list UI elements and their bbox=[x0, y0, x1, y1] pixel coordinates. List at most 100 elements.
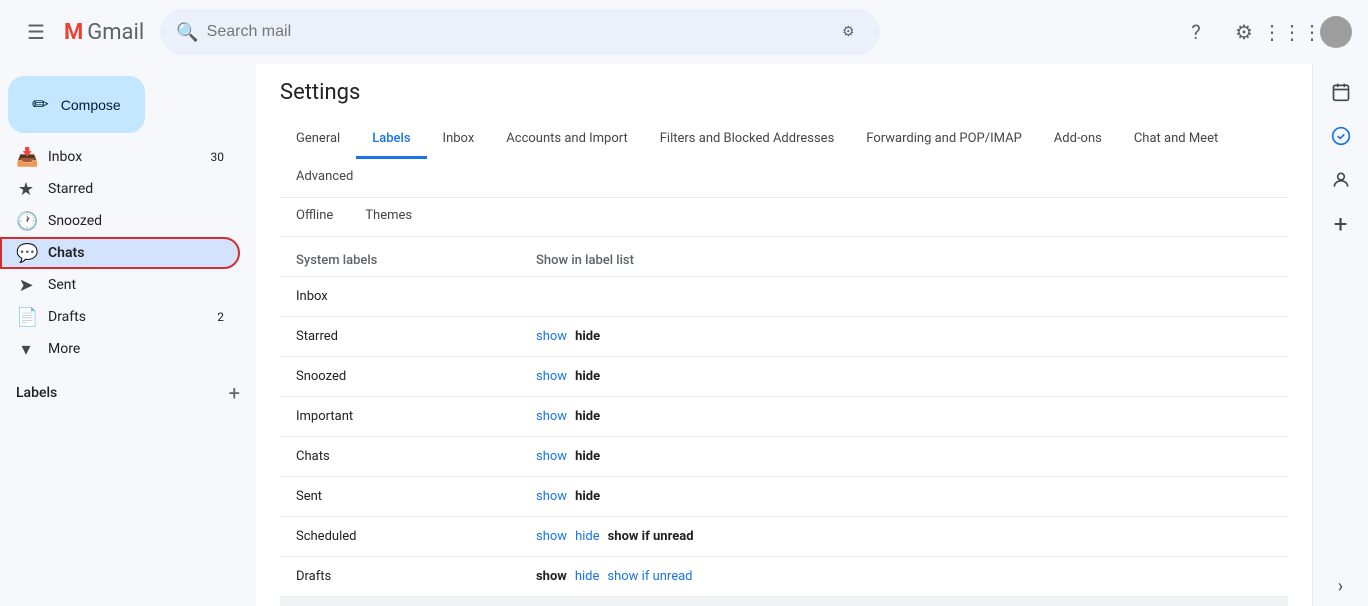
search-icon: 🔍 bbox=[176, 22, 198, 43]
sidebar-item-starred[interactable]: ★ Starred bbox=[0, 173, 240, 205]
show-link-snoozed[interactable]: show bbox=[536, 369, 567, 384]
search-filter-icon: ⚙ bbox=[842, 24, 855, 40]
gmail-logo: M Gmail bbox=[64, 20, 144, 45]
gmail-text: Gmail bbox=[87, 20, 144, 45]
compose-label: Compose bbox=[61, 97, 121, 113]
row-actions-sent: show hide bbox=[536, 489, 600, 504]
tab-filters[interactable]: Filters and Blocked Addresses bbox=[644, 121, 851, 159]
hide-active-important: hide bbox=[575, 409, 600, 424]
sidebar-label-more: More bbox=[48, 341, 224, 357]
search-input[interactable] bbox=[207, 23, 825, 41]
calendar-side-button[interactable] bbox=[1321, 72, 1361, 112]
tab-general[interactable]: General bbox=[280, 121, 356, 159]
sidebar: ✏ Compose 📥 Inbox 30 ★ Starred 🕐 Snoozed… bbox=[0, 64, 256, 606]
show-if-unread-link-drafts[interactable]: show if unread bbox=[607, 569, 692, 584]
sent-icon: ➤ bbox=[16, 275, 36, 296]
tab-labels[interactable]: Labels bbox=[356, 121, 426, 159]
tab-addons[interactable]: Add-ons bbox=[1038, 121, 1118, 159]
search-bar[interactable]: 🔍 ⚙ bbox=[160, 9, 880, 55]
table-row: Important show hide bbox=[280, 397, 1288, 437]
sidebar-item-chats[interactable]: 💬 Chats bbox=[0, 237, 240, 269]
apps-button[interactable]: ⋮⋮⋮ bbox=[1272, 12, 1312, 52]
tab-advanced[interactable]: Advanced bbox=[280, 159, 369, 197]
people-side-button[interactable] bbox=[1321, 160, 1361, 200]
row-name-drafts: Drafts bbox=[296, 569, 536, 584]
menu-button[interactable]: ☰ bbox=[16, 12, 56, 52]
tab-themes[interactable]: Themes bbox=[349, 198, 428, 236]
show-link-starred[interactable]: show bbox=[536, 329, 567, 344]
table-header: System labels Show in label list bbox=[280, 245, 1288, 277]
show-link-chats[interactable]: show bbox=[536, 449, 567, 464]
labels-title: Labels bbox=[16, 385, 57, 401]
sidebar-item-drafts[interactable]: 📄 Drafts 2 bbox=[0, 301, 240, 333]
compose-icon: ✏ bbox=[32, 92, 49, 117]
tab-forwarding[interactable]: Forwarding and POP/IMAP bbox=[850, 121, 1038, 159]
avatar[interactable] bbox=[1320, 16, 1352, 48]
show-link-sent[interactable]: show bbox=[536, 489, 567, 504]
settings-title: Settings bbox=[280, 80, 1288, 105]
hide-active-chats: hide bbox=[575, 449, 600, 464]
hide-link-drafts[interactable]: hide bbox=[575, 569, 600, 584]
table-row: Drafts show hide show if unread bbox=[280, 557, 1288, 597]
top-right-icons: ? ⚙ ⋮⋮⋮ bbox=[1176, 12, 1352, 52]
labels-table: System labels Show in label list Inbox S… bbox=[280, 245, 1288, 606]
row-actions-starred: show hide bbox=[536, 329, 600, 344]
side-icons: + › bbox=[1312, 64, 1368, 606]
row-actions-scheduled: show hide show if unread bbox=[536, 529, 694, 544]
compose-button[interactable]: ✏ Compose bbox=[8, 76, 145, 133]
tab-accounts[interactable]: Accounts and Import bbox=[490, 121, 643, 159]
main-layout: ✏ Compose 📥 Inbox 30 ★ Starred 🕐 Snoozed… bbox=[0, 64, 1368, 606]
show-link-scheduled[interactable]: show bbox=[536, 529, 567, 544]
add-side-button[interactable]: + bbox=[1321, 204, 1361, 244]
table-row: Scheduled show hide show if unread bbox=[280, 517, 1288, 557]
expand-side-button[interactable]: › bbox=[1321, 566, 1361, 606]
hamburger-icon: ☰ bbox=[27, 20, 45, 44]
sidebar-item-inbox[interactable]: 📥 Inbox 30 bbox=[0, 141, 240, 173]
table-row: All Mail show hide bbox=[280, 597, 1288, 606]
gmail-m-icon: M bbox=[64, 20, 83, 45]
settings-button[interactable]: ⚙ bbox=[1224, 12, 1264, 52]
snoozed-icon: 🕐 bbox=[16, 211, 36, 232]
search-options-button[interactable]: ⚙ bbox=[832, 16, 864, 48]
sidebar-label-snoozed: Snoozed bbox=[48, 213, 224, 229]
settings-tabs-row2: Offline Themes bbox=[280, 198, 1288, 237]
top-bar: ☰ M Gmail 🔍 ⚙ ? ⚙ ⋮⋮⋮ bbox=[0, 0, 1368, 64]
row-name-sent: Sent bbox=[296, 489, 536, 504]
table-row: Snoozed show hide bbox=[280, 357, 1288, 397]
table-row: Sent show hide bbox=[280, 477, 1288, 517]
sidebar-item-sent[interactable]: ➤ Sent bbox=[0, 269, 240, 301]
col-system-labels: System labels bbox=[296, 253, 536, 268]
hide-link-scheduled[interactable]: hide bbox=[575, 529, 600, 544]
row-name-important: Important bbox=[296, 409, 536, 424]
tab-chat[interactable]: Chat and Meet bbox=[1118, 121, 1234, 159]
tab-offline[interactable]: Offline bbox=[280, 198, 349, 236]
row-name-chats: Chats bbox=[296, 449, 536, 464]
row-actions-drafts: show hide show if unread bbox=[536, 569, 693, 584]
labels-section: Labels + bbox=[0, 373, 256, 413]
row-actions-important: show hide bbox=[536, 409, 600, 424]
sidebar-label-chats: Chats bbox=[48, 245, 224, 261]
more-icon: ▾ bbox=[16, 339, 36, 360]
row-name-inbox: Inbox bbox=[296, 289, 536, 304]
col-show-in-label: Show in label list bbox=[536, 253, 1272, 268]
sidebar-label-drafts: Drafts bbox=[48, 309, 205, 325]
add-label-button[interactable]: + bbox=[229, 381, 240, 405]
settings-content: Settings General Labels Inbox Accounts a… bbox=[256, 64, 1312, 606]
settings-tabs-row1: General Labels Inbox Accounts and Import… bbox=[280, 121, 1288, 198]
sidebar-item-more[interactable]: ▾ More bbox=[0, 333, 240, 365]
starred-icon: ★ bbox=[16, 179, 36, 200]
inbox-count: 30 bbox=[211, 150, 225, 164]
table-row: Inbox bbox=[280, 277, 1288, 317]
tab-inbox[interactable]: Inbox bbox=[427, 121, 491, 159]
tasks-side-button[interactable] bbox=[1321, 116, 1361, 156]
sidebar-item-snoozed[interactable]: 🕐 Snoozed bbox=[0, 205, 240, 237]
row-name-starred: Starred bbox=[296, 329, 536, 344]
show-link-important[interactable]: show bbox=[536, 409, 567, 424]
show-if-unread-active-scheduled: show if unread bbox=[608, 529, 694, 544]
table-row: Starred show hide bbox=[280, 317, 1288, 357]
sidebar-label-sent: Sent bbox=[48, 277, 224, 293]
row-name-snoozed: Snoozed bbox=[296, 369, 536, 384]
right-panel: Settings General Labels Inbox Accounts a… bbox=[256, 64, 1312, 606]
help-button[interactable]: ? bbox=[1176, 12, 1216, 52]
chats-icon: 💬 bbox=[16, 243, 36, 264]
